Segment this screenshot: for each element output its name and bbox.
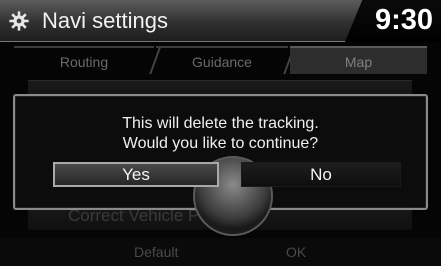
navi-settings-screen: Navi settings 9:30 Routing Guidance Map …: [0, 0, 441, 266]
dialog-message-line2: Would you like to continue?: [122, 135, 319, 152]
gear-icon: [9, 11, 29, 31]
ok-button[interactable]: OK: [286, 244, 306, 260]
clock: 9:30: [374, 4, 433, 36]
default-button[interactable]: Default: [134, 244, 178, 260]
no-button[interactable]: No: [241, 162, 401, 187]
bottom-bar: Default OK: [0, 238, 441, 266]
tab-map[interactable]: Map: [290, 46, 427, 74]
dialog-message-line1: This will delete the tracking.: [122, 115, 319, 132]
tab-routing[interactable]: Routing: [14, 46, 154, 74]
confirm-dialog: This will delete the tracking. Would you…: [13, 94, 428, 236]
title-bar: Navi settings 9:30: [0, 0, 441, 42]
tab-guidance[interactable]: Guidance: [156, 46, 288, 74]
page-title: Navi settings: [42, 8, 168, 33]
yes-button[interactable]: Yes: [53, 162, 219, 187]
tab-bar: Routing Guidance Map: [14, 46, 427, 74]
